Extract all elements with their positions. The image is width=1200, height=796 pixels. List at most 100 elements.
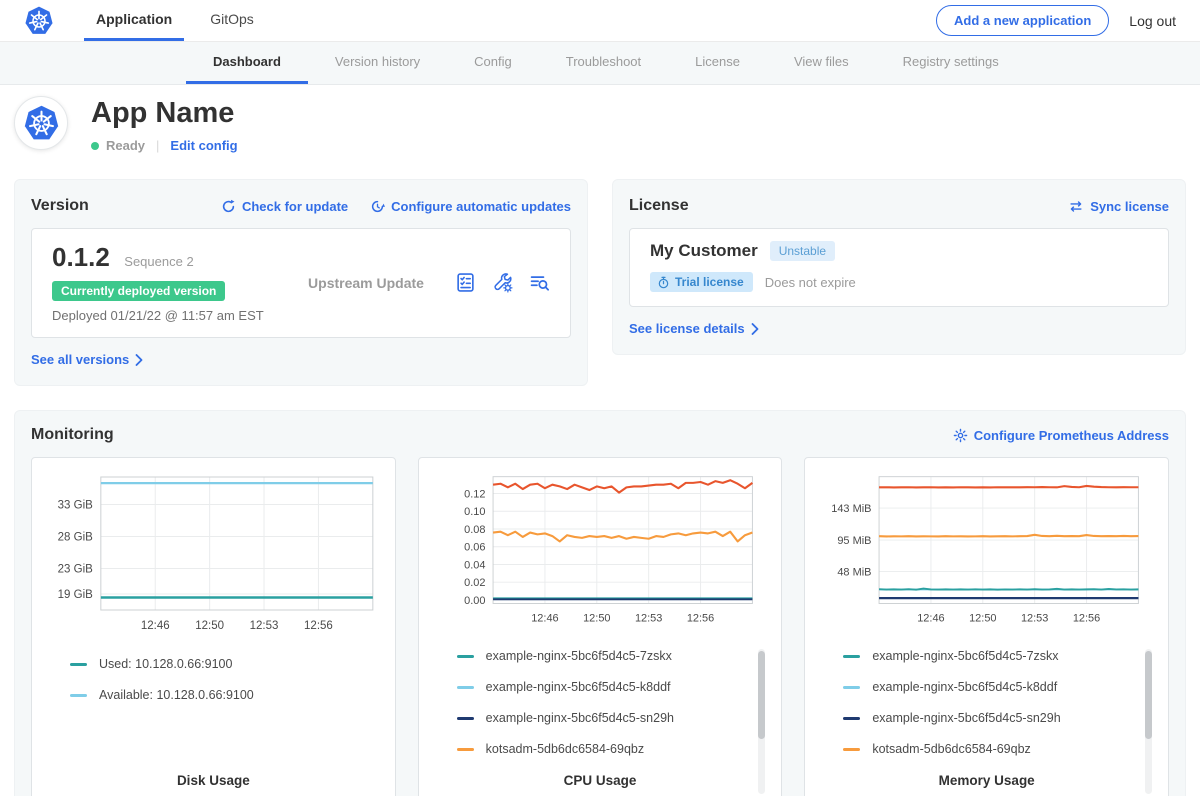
legend-item: Used: 10.128.0.66:9100	[70, 657, 361, 671]
current-version-panel: 0.1.2 Sequence 2 Currently deployed vers…	[31, 228, 571, 338]
edit-config-icon[interactable]	[492, 272, 513, 293]
svg-text:28 GiB: 28 GiB	[58, 531, 93, 543]
legend-scrollbar-thumb[interactable]	[758, 651, 765, 739]
topnav-tab-application[interactable]: Application	[84, 0, 184, 41]
svg-text:12:50: 12:50	[195, 620, 224, 632]
page-title: App Name	[91, 97, 238, 130]
legend-label: example-nginx-5bc6f5d4c5-sn29h	[872, 711, 1060, 725]
legend-label: kotsadm-5db6dc6584-69qbz	[486, 742, 644, 756]
svg-text:33 GiB: 33 GiB	[58, 499, 93, 511]
legend-item: example-nginx-5bc6f5d4c5-7zskx	[843, 649, 1134, 663]
svg-text:12:46: 12:46	[141, 620, 170, 632]
version-card-title: Version	[31, 197, 89, 215]
legend-scrollbar-thumb[interactable]	[1145, 651, 1152, 739]
legend-item: kotsadm-5db6dc6584-69qbz	[457, 742, 748, 756]
svg-text:12:53: 12:53	[1021, 613, 1048, 625]
legend-color-dash	[843, 748, 860, 751]
channel-badge: Unstable	[770, 241, 835, 261]
svg-text:0.00: 0.00	[464, 595, 485, 607]
version-number: 0.1.2	[52, 242, 110, 272]
chevron-right-icon	[751, 323, 759, 335]
configure-prometheus-label: Configure Prometheus Address	[974, 428, 1169, 443]
edit-config-link[interactable]: Edit config	[170, 138, 237, 153]
svg-text:48 MiB: 48 MiB	[838, 566, 872, 578]
add-application-button[interactable]: Add a new application	[936, 5, 1109, 36]
kubernetes-logo-icon	[23, 105, 60, 142]
cpu-usage-panel: 0.120.100.080.060.040.020.0012:4612:5012…	[418, 457, 783, 796]
legend-color-dash	[843, 655, 860, 658]
chart-title: CPU Usage	[433, 773, 768, 788]
legend-label: example-nginx-5bc6f5d4c5-7zskx	[872, 649, 1058, 663]
tab-license[interactable]: License	[668, 42, 767, 84]
check-for-update-label: Check for update	[242, 199, 348, 214]
stopwatch-icon	[657, 276, 670, 289]
divider: |	[156, 138, 159, 153]
chart-title: Disk Usage	[46, 773, 381, 788]
see-all-versions-label: See all versions	[31, 352, 129, 367]
svg-text:12:56: 12:56	[1073, 613, 1100, 625]
app-header: App Name Ready | Edit config	[0, 85, 1200, 169]
refresh-icon	[221, 199, 236, 214]
legend-color-dash	[457, 748, 474, 751]
tab-troubleshoot[interactable]: Troubleshoot	[539, 42, 668, 84]
license-expiration: Does not expire	[765, 275, 856, 290]
see-license-details-label: See license details	[629, 321, 745, 336]
legend-color-dash	[457, 717, 474, 720]
svg-text:19 GiB: 19 GiB	[58, 589, 93, 601]
cpu-usage-chart: 0.120.100.080.060.040.020.0012:4612:5012…	[433, 470, 768, 634]
memory-usage-chart: 143 MiB95 MiB48 MiB12:4612:5012:5312:56	[819, 470, 1154, 634]
disk-usage-panel: 33 GiB28 GiB23 GiB19 GiB12:4612:5012:531…	[31, 457, 396, 796]
license-type-label: Trial license	[675, 275, 744, 289]
version-sequence: Sequence 2	[124, 254, 193, 269]
legend-color-dash	[843, 717, 860, 720]
chart-legend: Used: 10.128.0.66:9100 Available: 10.128.…	[46, 657, 381, 719]
sync-license-link[interactable]: Sync license	[1068, 199, 1169, 214]
see-all-versions-link[interactable]: See all versions	[31, 352, 143, 367]
svg-text:12:53: 12:53	[635, 613, 662, 625]
monitoring-card: Monitoring Configure Prometheus Address …	[14, 410, 1186, 796]
license-panel: My Customer Unstable Trial license Does …	[629, 228, 1169, 307]
tab-dashboard[interactable]: Dashboard	[186, 42, 308, 84]
configure-prometheus-link[interactable]: Configure Prometheus Address	[953, 428, 1169, 443]
tab-config[interactable]: Config	[447, 42, 539, 84]
svg-text:0.02: 0.02	[464, 577, 485, 589]
gear-icon	[953, 428, 968, 443]
memory-usage-panel: 143 MiB95 MiB48 MiB12:4612:5012:5312:56e…	[804, 457, 1169, 796]
app-logo	[14, 96, 68, 150]
configure-automatic-updates-label: Configure automatic updates	[391, 199, 571, 214]
legend-color-dash	[70, 663, 87, 666]
legend-color-dash	[457, 686, 474, 689]
svg-text:12:50: 12:50	[583, 613, 610, 625]
legend-label: Used: 10.128.0.66:9100	[99, 657, 232, 671]
monitoring-title: Monitoring	[31, 426, 114, 444]
svg-text:0.06: 0.06	[464, 542, 485, 554]
top-nav: Application GitOps Add a new application…	[0, 0, 1200, 42]
legend-color-dash	[457, 655, 474, 658]
configure-automatic-updates-link[interactable]: Configure automatic updates	[370, 199, 571, 214]
license-card: License Sync license My Customer Unstabl…	[612, 179, 1186, 355]
tab-registry-settings[interactable]: Registry settings	[876, 42, 1026, 84]
preflight-checks-icon[interactable]	[455, 272, 476, 293]
check-for-update-link[interactable]: Check for update	[221, 199, 348, 214]
kubernetes-logo-icon	[24, 6, 54, 36]
legend-item: kotsadm-5db6dc6584-69qbz	[843, 742, 1134, 756]
svg-text:0.10: 0.10	[464, 506, 485, 518]
logout-button[interactable]: Log out	[1129, 13, 1176, 29]
legend-label: kotsadm-5db6dc6584-69qbz	[872, 742, 1030, 756]
legend-label: example-nginx-5bc6f5d4c5-sn29h	[486, 711, 674, 725]
see-license-details-link[interactable]: See license details	[629, 321, 759, 336]
status-dot	[91, 142, 99, 150]
tab-view-files[interactable]: View files	[767, 42, 876, 84]
charts-row: 33 GiB28 GiB23 GiB19 GiB12:4612:5012:531…	[31, 457, 1169, 796]
chart-legend: example-nginx-5bc6f5d4c5-7zskxexample-ng…	[433, 649, 768, 773]
tab-version-history[interactable]: Version history	[308, 42, 447, 84]
legend-label: Available: 10.128.0.66:9100	[99, 688, 254, 702]
view-deploy-logs-icon[interactable]	[529, 272, 550, 293]
disk-usage-chart: 33 GiB28 GiB23 GiB19 GiB12:4612:5012:531…	[46, 470, 381, 642]
topnav-spacer	[280, 0, 936, 41]
deployed-badge: Currently deployed version	[52, 281, 225, 301]
topnav-tab-gitops[interactable]: GitOps	[198, 0, 266, 41]
svg-text:0.08: 0.08	[464, 524, 485, 536]
legend-item: example-nginx-5bc6f5d4c5-sn29h	[457, 711, 748, 725]
legend-item: example-nginx-5bc6f5d4c5-k8ddf	[457, 680, 748, 694]
